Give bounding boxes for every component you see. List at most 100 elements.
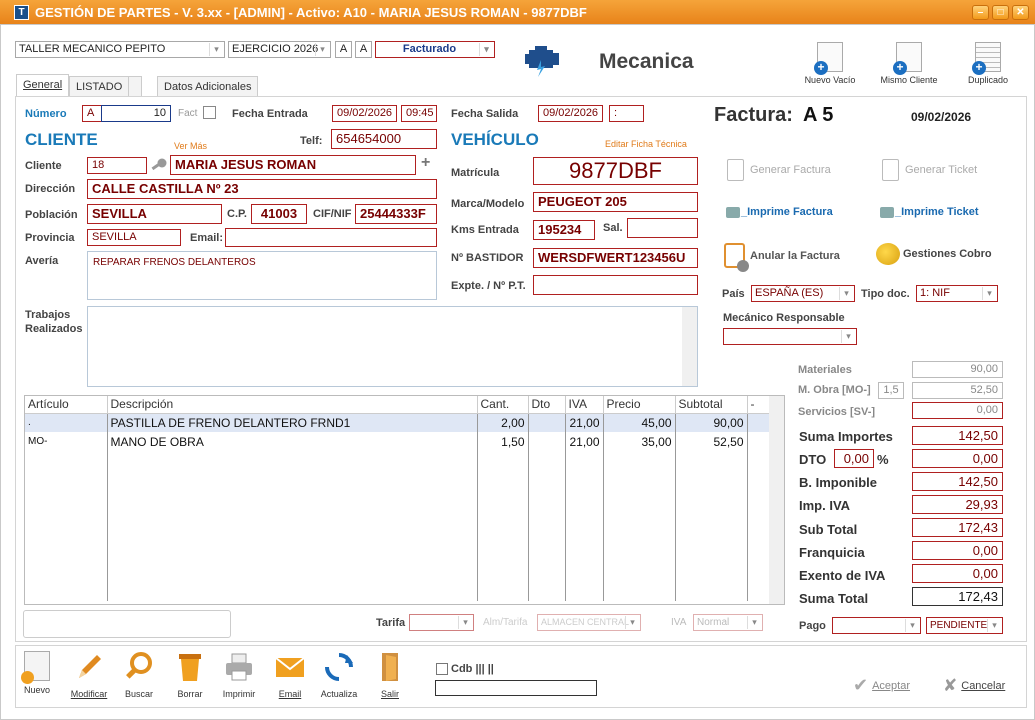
kms-field[interactable]: 195234 [533,220,595,240]
col-extra[interactable]: - [746,396,770,414]
ticket-icon [882,159,899,181]
trabajos-textarea[interactable] [87,306,698,387]
bastidor-field[interactable]: WERSDFWERT123456U [533,248,698,268]
fact-checkbox[interactable] [203,106,216,119]
cliente-nombre-field[interactable]: MARIA JESUS ROMAN [170,155,416,175]
cell-descripcion: PASTILLA DE FRENO DELANTERO FRND1 [106,413,477,432]
expte-label: Expte. / Nº P.T. [451,280,526,292]
dto-pct-field[interactable]: 0,00 [834,449,874,468]
sal-field[interactable] [627,218,698,238]
col-subtotal[interactable]: Subtotal [674,396,747,414]
col-cant[interactable]: Cant. [476,396,528,414]
col-precio[interactable]: Precio [602,396,675,414]
fecha-salida-field[interactable]: 09/02/2026 [538,105,603,122]
cancelar-button[interactable]: ✘ Cancelar [943,676,1005,696]
chevron-down-icon: ▾ [458,616,472,629]
new-document-icon [21,651,50,684]
franquicia-value[interactable]: 0,00 [912,541,1003,560]
fecha-entrada-field[interactable]: 09/02/2026 [332,105,397,122]
editar-ficha-link[interactable]: Editar Ficha Técnica [605,139,687,149]
mismo-cliente-button[interactable]: + Mismo Cliente [876,42,942,85]
pago-label: Pago [799,620,826,632]
provincia-field[interactable]: SEVILLA [87,229,181,246]
tab-empty[interactable] [128,76,142,96]
chevron-down-icon: ▾ [747,616,761,629]
table-row[interactable]: MO- MANO DE OBRA 1,50 21,00 35,00 52,50 [25,432,770,451]
estado-select[interactable]: Facturado ▾ [375,41,495,58]
nuevo-vacio-button[interactable]: + Nuevo Vacío [800,42,860,85]
refresh-icon [325,653,353,681]
col-descripcion[interactable]: Descripción [106,396,477,414]
tipodoc-select[interactable]: 1: NIF ▾ [916,285,998,302]
cell-articulo: MO- [28,436,48,447]
title-bar: T GESTIÓN DE PARTES - V. 3.xx - [ADMIN] … [0,0,1035,24]
hora-entrada-field[interactable]: 09:45 [401,105,437,122]
col-dto[interactable]: Dto [527,396,565,414]
cp-field[interactable]: 41003 [251,204,307,224]
anular-factura-button[interactable]: Anular la Factura [724,243,840,272]
matricula-field[interactable]: 9877DBF [533,157,698,185]
imprime-ticket-button[interactable]: _Imprime Ticket [880,206,979,218]
marca-field[interactable]: PEUGEOT 205 [533,192,698,212]
tab-general[interactable]: General [16,74,70,97]
tab-listado[interactable]: LISTADO [69,76,130,96]
minimize-icon[interactable]: – [972,4,989,20]
ejercicio-select[interactable]: EJERCICIO 2026 ▾ [228,41,331,58]
subtotal-label: Sub Total [799,522,858,537]
almacen-select: ALMACEN CENTRAL ▾ [537,614,641,631]
actualiza-button[interactable]: Actualiza [315,651,363,699]
duplicado-button[interactable]: + Duplicado [960,42,1016,85]
mobra-horas[interactable]: 1,5 [878,382,904,399]
cdb-checkbox[interactable] [436,663,448,675]
averia-textarea[interactable]: REPARAR FRENOS DELANTEROS [87,251,437,300]
email-button[interactable]: Email [266,651,314,699]
trabajos-scrollbar[interactable] [682,307,697,386]
telf-field[interactable]: 654654000 [331,129,437,149]
marca-label: Marca/Modelo [451,198,525,210]
modificar-button[interactable]: Modificar [65,651,113,699]
imprime-factura-button[interactable]: _Imprime Factura [726,206,833,218]
expte-field[interactable] [533,275,698,295]
nuevo-button[interactable]: Nuevo [13,651,61,695]
tarifa-select[interactable]: ▾ [409,614,474,631]
salir-button[interactable]: Salir [366,651,414,699]
numero-field[interactable]: 10 [101,105,171,122]
cell-subtotal: 52,50 [674,432,747,451]
exento-value[interactable]: 0,00 [912,564,1003,583]
pago-select[interactable]: ▾ [832,617,921,634]
hora-salida-field[interactable]: : [609,105,644,122]
pencil-icon [79,655,101,678]
serie-a-button[interactable]: A [335,41,352,58]
pago-estado-select[interactable]: PENDIENTE ▾ [926,617,1003,634]
borrar-button[interactable]: Borrar [166,651,214,699]
gestiones-cobro-button[interactable]: Gestiones Cobro [876,243,992,265]
coins-icon [876,243,900,265]
search-icon [126,652,152,679]
serie-a2-button[interactable]: A [355,41,372,58]
email-field[interactable] [225,228,437,247]
col-iva[interactable]: IVA [564,396,603,414]
ver-mas-link[interactable]: Ver Más [174,141,207,151]
aceptar-button[interactable]: ✔ Aceptar [853,675,910,696]
table-row[interactable]: . PASTILLA DE FRENO DELANTERO FRND1 2,00… [25,413,770,432]
serie-field[interactable]: A [82,105,102,122]
imprimir-button[interactable]: Imprimir [215,651,263,699]
close-icon[interactable]: ✕ [1012,4,1029,20]
lineas-grid[interactable]: Artículo Descripción Cant. Dto IVA Preci… [24,395,785,605]
nif-field[interactable]: 25444333F [355,204,437,224]
cliente-codigo-field[interactable]: 18 [87,157,147,174]
taller-select[interactable]: TALLER MECANICO PEPITO ▾ [15,41,225,58]
direccion-field[interactable]: CALLE CASTILLA Nº 23 [87,179,437,199]
mecanico-select[interactable]: ▾ [723,328,857,345]
maximize-icon[interactable]: □ [992,4,1009,20]
key-icon[interactable] [150,157,168,173]
cdb-field[interactable] [435,680,597,696]
poblacion-field[interactable]: SEVILLA [87,204,222,224]
grid-scrollbar[interactable] [769,396,784,604]
pais-select[interactable]: ESPAÑA (ES) ▾ [751,285,855,302]
buscar-button[interactable]: Buscar [115,651,163,699]
fecha-salida-label: Fecha Salida [451,108,519,120]
tab-datos-adicionales[interactable]: Datos Adicionales [157,76,259,96]
col-articulo[interactable]: Artículo [25,396,107,414]
add-cliente-icon[interactable]: + [421,154,430,172]
